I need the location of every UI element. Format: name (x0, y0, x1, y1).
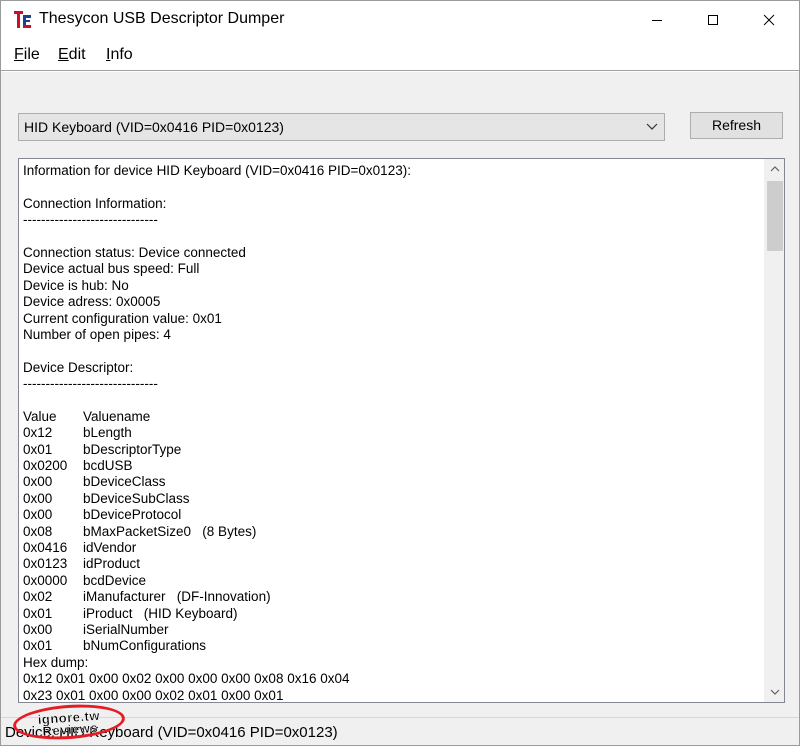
descriptor-row: 0x0200 bcdUSB (23, 458, 759, 474)
descriptor-value: 0x0123 (23, 556, 68, 572)
app-window: Thesycon USB Descriptor Dumper File Edit… (0, 0, 800, 746)
descriptor-value: 0x01 (23, 605, 53, 621)
title-bar[interactable]: Thesycon USB Descriptor Dumper (1, 1, 799, 39)
vertical-scrollbar[interactable] (764, 159, 784, 702)
descriptor-value: 0x12 (23, 425, 53, 441)
descriptor-value: 0x00 (23, 507, 53, 523)
descriptor-row: 0x12 bLength (23, 425, 759, 441)
refresh-button[interactable]: Refresh (690, 112, 783, 139)
scroll-up-button[interactable] (765, 159, 784, 179)
descriptor-row: 0x0416 idVendor (23, 540, 759, 556)
output-line: Current configuration value: 0x01 (23, 310, 222, 326)
device-select[interactable]: HID Keyboard (VID=0x0416 PID=0x0123) (18, 113, 665, 141)
output-line: Number of open pipes: 4 (23, 326, 171, 342)
descriptor-row: 0x00 bDeviceSubClass (23, 491, 759, 507)
menu-info-label: nfo (110, 46, 133, 63)
descriptor-value: 0x01 (23, 638, 53, 654)
output-line: Device actual bus speed: Full (23, 261, 200, 277)
descriptor-row: 0x01 bNumConfigurations (23, 638, 759, 654)
descriptor-value: 0x08 (23, 523, 53, 539)
client-area: HID Keyboard (VID=0x0416 PID=0x0123) Ref… (1, 72, 799, 717)
menu-edit-mnemonic: E (58, 46, 69, 63)
descriptor-valuename: bcdUSB (83, 458, 133, 474)
chevron-up-icon (770, 166, 780, 172)
descriptor-valuename: bcdDevice (83, 572, 147, 588)
watermark-line2: Reviews (42, 720, 99, 739)
maximize-button[interactable] (690, 1, 736, 39)
output-line: ------------------------------ (23, 376, 158, 392)
minimize-icon (652, 20, 662, 21)
descriptor-value: Value (23, 408, 57, 424)
maximize-icon (708, 15, 718, 25)
descriptor-value: 0x00 (23, 490, 53, 506)
close-button[interactable] (746, 1, 792, 39)
descriptor-value: 0x01 (23, 441, 53, 457)
scroll-down-button[interactable] (765, 682, 784, 702)
descriptor-valuename: bDescriptorType (83, 441, 182, 457)
descriptor-row: 0x00 iSerialNumber (23, 622, 759, 638)
window-title: Thesycon USB Descriptor Dumper (39, 10, 285, 27)
descriptor-row: 0x00 bDeviceClass (23, 474, 759, 490)
menu-bar: File Edit Info (1, 39, 799, 71)
descriptor-row: 0x0000 bcdDevice (23, 573, 759, 589)
descriptor-row: Value Valuename (23, 409, 759, 425)
menu-info[interactable]: Info (106, 46, 133, 64)
descriptor-valuename: idVendor (83, 539, 137, 555)
descriptor-valuename: Valuename (83, 408, 151, 424)
device-select-value: HID Keyboard (VID=0x0416 PID=0x0123) (24, 119, 284, 135)
descriptor-row: 0x02 iManufacturer (DF-Innovation) (23, 589, 759, 605)
descriptor-row: 0x01 bDescriptorType (23, 442, 759, 458)
output-line: Connection Information: (23, 195, 167, 211)
descriptor-value: 0x0200 (23, 458, 68, 474)
descriptor-row: 0x00 bDeviceProtocol (23, 507, 759, 523)
hex-dump-line: 0x12 0x01 0x00 0x02 0x00 0x00 0x00 0x08 … (23, 671, 350, 687)
descriptor-valuename: bDeviceProtocol (83, 507, 182, 523)
scroll-thumb[interactable] (767, 181, 783, 251)
descriptor-value: 0x0416 (23, 539, 68, 555)
descriptor-valuename: iManufacturer (DF-Innovation) (83, 589, 271, 605)
output-line: ------------------------------ (23, 212, 158, 228)
descriptor-value: 0x02 (23, 589, 53, 605)
output-line: Device is hub: No (23, 277, 129, 293)
descriptor-valuename: idProduct (83, 556, 141, 572)
hex-dump-line: 0x23 0x01 0x00 0x00 0x02 0x01 0x00 0x01 (23, 687, 284, 703)
output-line: Device Descriptor: (23, 359, 134, 375)
descriptor-text: Information for device HID Keyboard (VID… (23, 163, 759, 703)
output-line: Information for device HID Keyboard (VID… (23, 163, 411, 178)
descriptor-row: 0x08 bMaxPacketSize0 (8 Bytes) (23, 524, 759, 540)
menu-file[interactable]: File (14, 46, 40, 64)
descriptor-row: 0x01 iProduct (HID Keyboard) (23, 606, 759, 622)
chevron-down-icon (646, 123, 658, 130)
usb-app-icon (12, 9, 34, 31)
descriptor-value: 0x00 (23, 474, 53, 490)
descriptor-value: 0x0000 (23, 572, 68, 588)
descriptor-valuename: iProduct (HID Keyboard) (83, 605, 238, 621)
chevron-down-icon (770, 689, 780, 695)
menu-file-label: ile (23, 46, 40, 63)
descriptor-row: 0x0123 idProduct (23, 556, 759, 572)
menu-file-mnemonic: F (14, 46, 24, 63)
descriptor-valuename: bDeviceClass (83, 474, 166, 490)
output-line: Connection status: Device connected (23, 244, 246, 260)
menu-edit-label: dit (68, 46, 86, 63)
descriptor-valuename: bMaxPacketSize0 (8 Bytes) (83, 523, 257, 539)
descriptor-valuename: bLength (83, 425, 132, 441)
descriptor-valuename: bNumConfigurations (83, 638, 207, 654)
descriptor-valuename: bDeviceSubClass (83, 490, 190, 506)
minimize-button[interactable] (634, 1, 680, 39)
hex-dump-line: Hex dump: (23, 654, 89, 670)
menu-edit[interactable]: Edit (58, 46, 86, 64)
descriptor-valuename: iSerialNumber (83, 621, 169, 637)
output-line: Device adress: 0x0005 (23, 294, 161, 310)
close-icon (763, 14, 775, 26)
descriptor-output[interactable]: Information for device HID Keyboard (VID… (18, 158, 785, 703)
descriptor-value: 0x00 (23, 621, 53, 637)
